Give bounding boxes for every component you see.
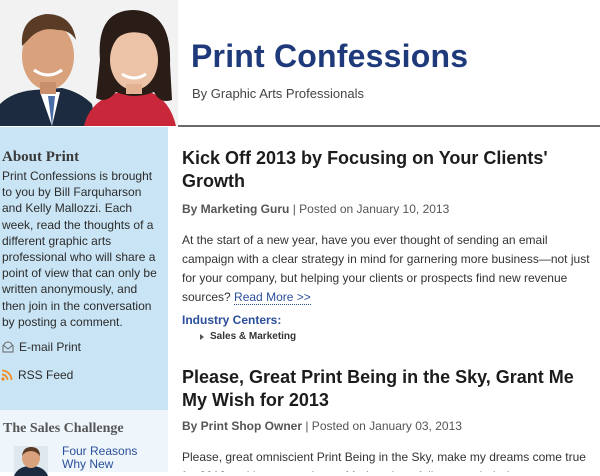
- industry-center-link[interactable]: Sales & Marketing: [200, 331, 296, 342]
- rss-icon: [1, 369, 13, 381]
- post-meta: By Print Shop Owner | Posted on January …: [182, 419, 462, 433]
- site-title[interactable]: Print Confessions: [191, 38, 468, 75]
- post-author: By Print Shop Owner: [182, 419, 303, 433]
- post-excerpt: Please, great omniscient Print Being in …: [182, 448, 592, 472]
- about-heading: About Print: [2, 149, 80, 165]
- post-author: By Marketing Guru: [182, 202, 290, 216]
- site-subtitle: By Graphic Arts Professionals: [192, 86, 364, 101]
- industry-center-label: Sales & Marketing: [210, 331, 297, 342]
- read-more-link[interactable]: Read More >>: [234, 290, 311, 305]
- post-meta: By Marketing Guru | Posted on January 10…: [182, 202, 449, 216]
- post-excerpt: At the start of a new year, have you eve…: [182, 231, 592, 307]
- industry-centers-heading: Industry Centers:: [182, 313, 282, 327]
- about-section: About Print Print Confessions is brought…: [0, 127, 168, 392]
- about-text: Print Confessions is brought to you by B…: [2, 169, 157, 329]
- rss-feed-label: RSS Feed: [18, 368, 74, 382]
- email-print-link[interactable]: E-mail Print: [1, 339, 81, 355]
- triangle-bullet-icon: [200, 333, 204, 340]
- rss-feed-link[interactable]: RSS Feed: [1, 367, 73, 383]
- post-excerpt-text: Please, great omniscient Print Being in …: [182, 450, 586, 472]
- main-content: Kick Off 2013 by Focusing on Your Client…: [168, 127, 600, 472]
- authors-photo: [0, 0, 178, 126]
- sales-challenge-section: The Sales Challenge Four Reasons Why New: [0, 410, 168, 476]
- header: Print Confessions By Graphic Arts Profes…: [0, 0, 600, 127]
- post-date: | Posted on January 03, 2013: [305, 419, 462, 433]
- email-icon: [1, 341, 14, 353]
- post-date: | Posted on January 10, 2013: [292, 202, 450, 216]
- email-print-label: E-mail Print: [19, 340, 82, 354]
- sidebar: About Print Print Confessions is brought…: [0, 127, 168, 476]
- post-title[interactable]: Please, Great Print Being in the Sky, Gr…: [182, 366, 592, 412]
- sales-challenge-article-link[interactable]: Four Reasons Why New: [62, 445, 162, 471]
- sales-challenge-heading: The Sales Challenge: [3, 421, 124, 436]
- post-title[interactable]: Kick Off 2013 by Focusing on Your Client…: [182, 147, 592, 193]
